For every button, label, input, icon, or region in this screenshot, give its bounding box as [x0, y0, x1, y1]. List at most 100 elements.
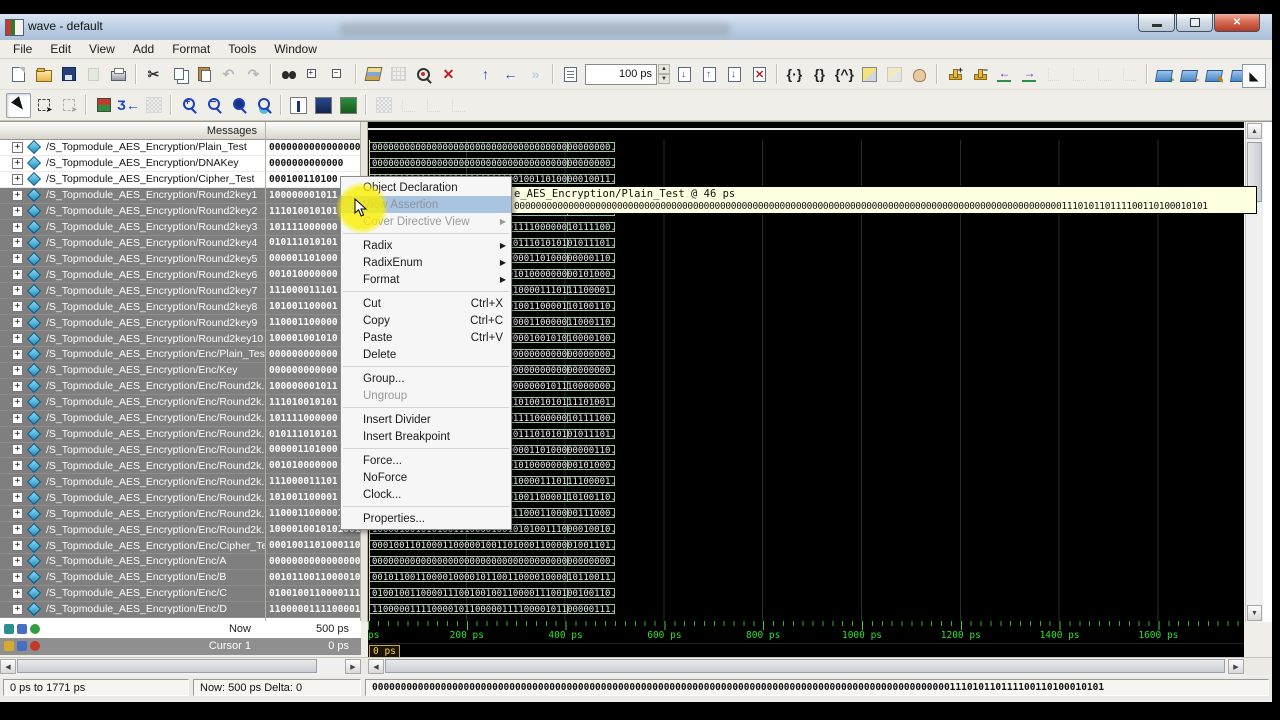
goto-top-button[interactable]: ↑: [473, 62, 498, 87]
step-over-button[interactable]: {}: [807, 62, 832, 87]
delete-cursor-button[interactable]: −: [967, 62, 992, 87]
copy-button[interactable]: [166, 62, 191, 87]
signal-row[interactable]: + /S_Topmodule_AES_Encryption/DNAKey: [0, 156, 265, 172]
paste-button[interactable]: [191, 62, 216, 87]
wave-hscrollbar[interactable]: ◀ ▶: [368, 658, 1244, 675]
go-forward-button[interactable]: »: [523, 62, 548, 87]
menu-view[interactable]: View: [80, 40, 124, 58]
cursor-track[interactable]: 0 ps: [368, 643, 1244, 658]
find-button[interactable]: [276, 62, 301, 87]
expand-icon[interactable]: +: [12, 221, 23, 233]
minimize-button[interactable]: [1138, 14, 1175, 32]
menu-window[interactable]: Window: [265, 40, 326, 58]
cursor-row[interactable]: Cursor 1 0 ps: [0, 638, 361, 655]
scroll-down-button[interactable]: ▼: [1247, 605, 1262, 621]
insert-cursor-button[interactable]: +: [942, 62, 967, 87]
print-button[interactable]: [106, 62, 131, 87]
context-menu-item-group[interactable]: Group...: [341, 370, 511, 387]
expand-icon[interactable]: +: [12, 540, 23, 551]
signal-row[interactable]: + /S_Topmodule_AES_Encryption/Round2key3: [0, 219, 265, 236]
open-file-button[interactable]: [31, 62, 56, 87]
filter-button[interactable]: [141, 93, 166, 118]
next-rising-button[interactable]: [1117, 62, 1142, 87]
context-menu-item-radix[interactable]: Radix ▶: [341, 237, 511, 254]
run-continue-button[interactable]: [697, 62, 722, 87]
zoom-out-button[interactable]: [201, 93, 226, 118]
names-scroll-left-button[interactable]: ◀: [0, 659, 16, 674]
menu-add[interactable]: Add: [124, 40, 163, 58]
signal-row[interactable]: + /S_Topmodule_AES_Encryption/Enc/Round2k…: [0, 490, 265, 507]
signal-value[interactable]: 00101100110000100: [266, 569, 360, 586]
pages-button[interactable]: [81, 62, 106, 87]
expand-icon[interactable]: +: [12, 173, 23, 185]
save-button[interactable]: [56, 62, 81, 87]
zoom-mode-button[interactable]: [31, 93, 56, 118]
signal-row[interactable]: + /S_Topmodule_AES_Encryption/Enc/Round2k…: [0, 378, 265, 395]
signal-row[interactable]: + /S_Topmodule_AES_Encryption/Enc/C: [0, 585, 265, 602]
values-header[interactable]: [266, 122, 360, 140]
context-menu-item-object-declaration[interactable]: Object Declaration: [341, 179, 511, 196]
signal-row[interactable]: + /S_Topmodule_AES_Encryption/Round2key8: [0, 299, 265, 316]
context-menu-item-force[interactable]: Force...: [341, 452, 511, 469]
expand-icon[interactable]: +: [12, 508, 23, 520]
combine-signals-button[interactable]: Ӡ←: [116, 93, 141, 118]
run-button[interactable]: [672, 62, 697, 87]
wave-scroll-right-button[interactable]: ▶: [1228, 659, 1244, 674]
prev-falling-button[interactable]: [1042, 62, 1067, 87]
signal-row[interactable]: + /S_Topmodule_AES_Encryption/Cipher_Test: [0, 172, 265, 188]
time-spinner-up[interactable]: ▲: [658, 64, 670, 74]
edit-window-pane-button[interactable]: ✎: [1202, 62, 1227, 87]
signal-row[interactable]: + /S_Topmodule_AES_Encryption/Enc/Round2k…: [0, 426, 265, 443]
close-button[interactable]: ✕: [1214, 14, 1260, 32]
expand-icon[interactable]: +: [12, 460, 23, 472]
signal-row[interactable]: + /S_Topmodule_AES_Encryption/Enc/Key: [0, 362, 265, 379]
expand-icon[interactable]: +: [12, 348, 23, 360]
run-length-input[interactable]: [585, 63, 657, 85]
add-window-pane-button[interactable]: +: [1152, 62, 1177, 87]
lock-cursor-icon[interactable]: [4, 641, 14, 651]
format-literal-button[interactable]: [286, 93, 311, 118]
signal-value[interactable]: 00010011010001100: [266, 538, 360, 554]
expand-icon[interactable]: +: [12, 237, 23, 249]
restart-button[interactable]: [558, 62, 583, 87]
context-menu-item-ungroup[interactable]: Ungroup: [341, 387, 511, 404]
messages-header[interactable]: Messages: [0, 122, 265, 140]
expand-icon[interactable]: +: [12, 141, 23, 153]
signal-row[interactable]: + /S_Topmodule_AES_Encryption/Round2key5: [0, 251, 265, 268]
add-cursor-icon[interactable]: [30, 624, 40, 634]
expand-button[interactable]: [301, 62, 326, 87]
grid-button[interactable]: [386, 62, 411, 87]
edit-mode-button[interactable]: [56, 93, 81, 118]
expand-icon[interactable]: +: [12, 205, 23, 217]
expand-icon[interactable]: +: [12, 333, 23, 345]
new-file-button[interactable]: [6, 62, 31, 87]
expand-icon[interactable]: +: [12, 603, 23, 615]
edge-c-button[interactable]: [446, 93, 471, 118]
expand-icon[interactable]: +: [12, 444, 23, 456]
signal-value[interactable]: 01001001100001110: [266, 585, 360, 602]
title-bar[interactable]: wave - default ✕: [0, 14, 1272, 41]
signal-row[interactable]: + /S_Topmodule_AES_Encryption/Plain_Test: [0, 140, 265, 156]
run-all-button[interactable]: [722, 62, 747, 87]
scroll-up-button[interactable]: ▲: [1247, 123, 1262, 139]
signal-row[interactable]: + /S_Topmodule_AES_Encryption/Enc/A: [0, 553, 265, 570]
expand-time-icon[interactable]: [4, 624, 14, 634]
stop-hand-button[interactable]: [907, 62, 932, 87]
expand-icon[interactable]: +: [12, 189, 23, 201]
signal-row[interactable]: + /S_Topmodule_AES_Encryption/Round2key6: [0, 267, 265, 284]
signal-row[interactable]: + /S_Topmodule_AES_Encryption/Round2key10: [0, 331, 265, 347]
prev-transition-button[interactable]: ←: [992, 62, 1017, 87]
context-menu-item-format[interactable]: Format ▶: [341, 271, 511, 288]
names-hscrollbar[interactable]: ◀ ▶: [0, 658, 361, 675]
signal-row[interactable]: + /S_Topmodule_AES_Encryption/Enc/Round2k…: [0, 394, 265, 411]
signal-value[interactable]: 0000000000000: [266, 156, 360, 172]
wave-scroll-left-button[interactable]: ◀: [368, 659, 384, 674]
expand-icon[interactable]: +: [12, 253, 23, 265]
signal-row[interactable]: + /S_Topmodule_AES_Encryption/Round2key4: [0, 235, 265, 252]
time-spinner-down[interactable]: ▼: [658, 74, 670, 84]
signal-value[interactable]: 00000000000000000000: [266, 140, 360, 156]
menu-format[interactable]: Format: [163, 40, 219, 58]
context-menu-item-delete[interactable]: Delete: [341, 346, 511, 363]
expand-icon[interactable]: +: [12, 301, 23, 313]
find-signal-button[interactable]: [411, 62, 436, 87]
